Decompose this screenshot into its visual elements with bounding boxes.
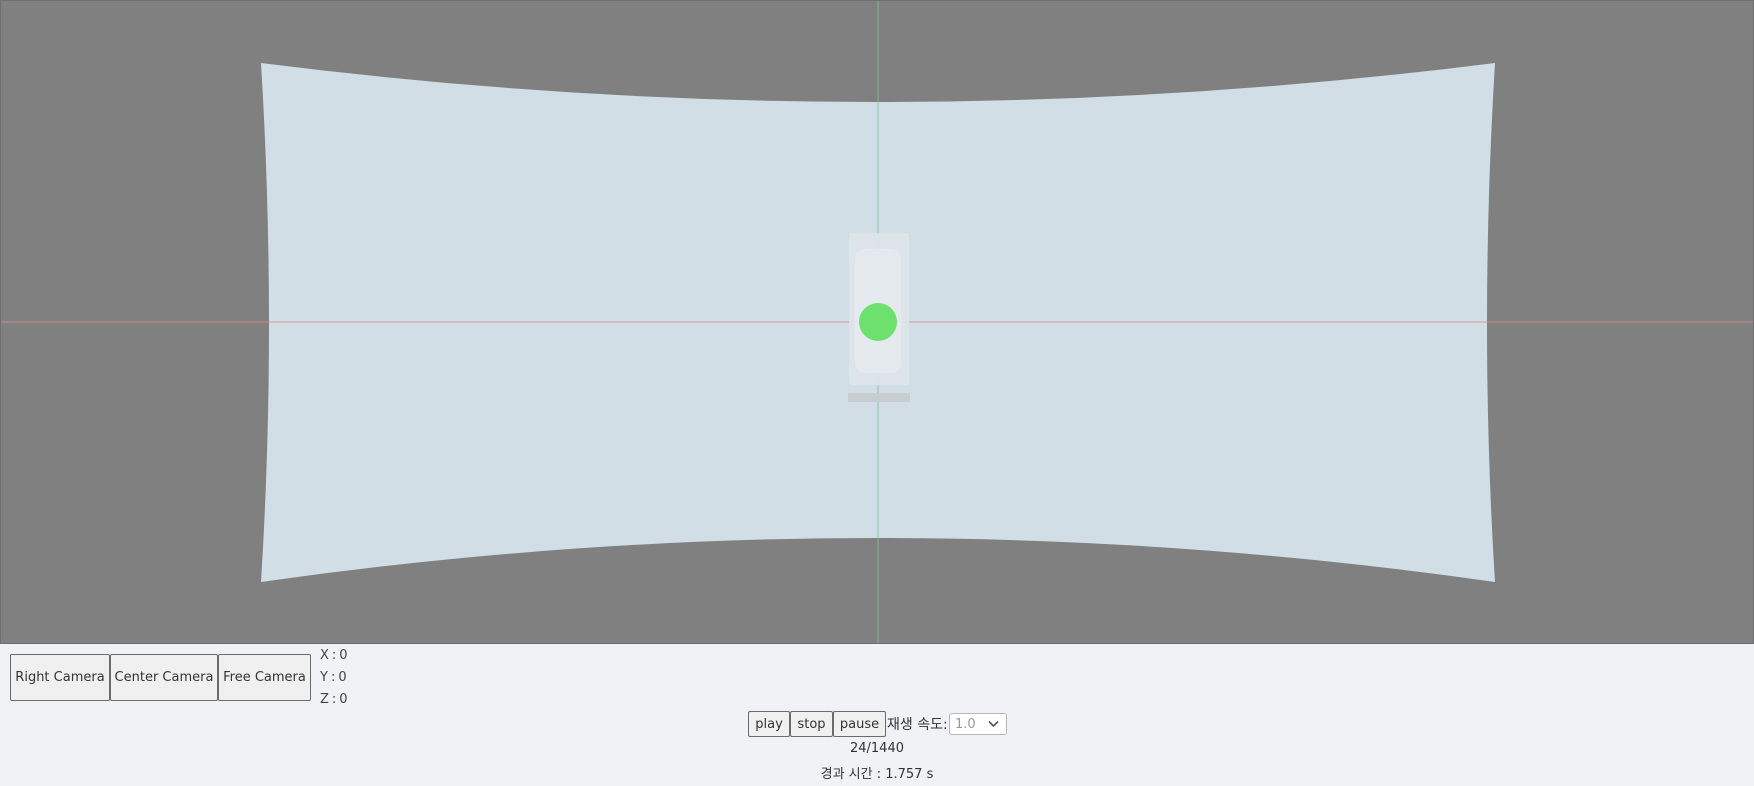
z-label: Z [320,692,329,707]
right-camera-button[interactable]: Right Camera [10,654,110,701]
stop-button[interactable]: stop [790,711,833,737]
position-marker [859,303,897,341]
y-separator: : [330,670,336,685]
x-coordinate-readout: X:0 [320,648,348,663]
z-value: 0 [339,692,348,707]
chevron-down-icon [988,720,999,728]
z-separator: : [331,692,337,707]
frame-counter: 24/1440 [849,741,904,756]
x-separator: : [331,648,337,663]
center-camera-button[interactable]: Center Camera [110,654,218,701]
play-button[interactable]: play [748,711,790,737]
z-coordinate-readout: Z:0 [320,692,348,707]
pause-button[interactable]: pause [833,711,886,737]
elapsed-time: 경과 시간 : 1.757 s [820,767,934,782]
x-label: X [320,648,329,663]
playback-speed-select[interactable]: 1.0 [949,713,1007,735]
x-value: 0 [339,648,348,663]
free-camera-button[interactable]: Free Camera [218,654,311,701]
playback-speed-value: 1.0 [955,716,976,732]
playback-speed-label: 재생 속도: [887,717,948,733]
3d-viewport[interactable] [0,0,1754,644]
y-value: 0 [338,670,347,685]
y-label: Y [320,670,328,685]
scene-canvas [1,1,1753,643]
y-coordinate-readout: Y:0 [320,670,347,685]
